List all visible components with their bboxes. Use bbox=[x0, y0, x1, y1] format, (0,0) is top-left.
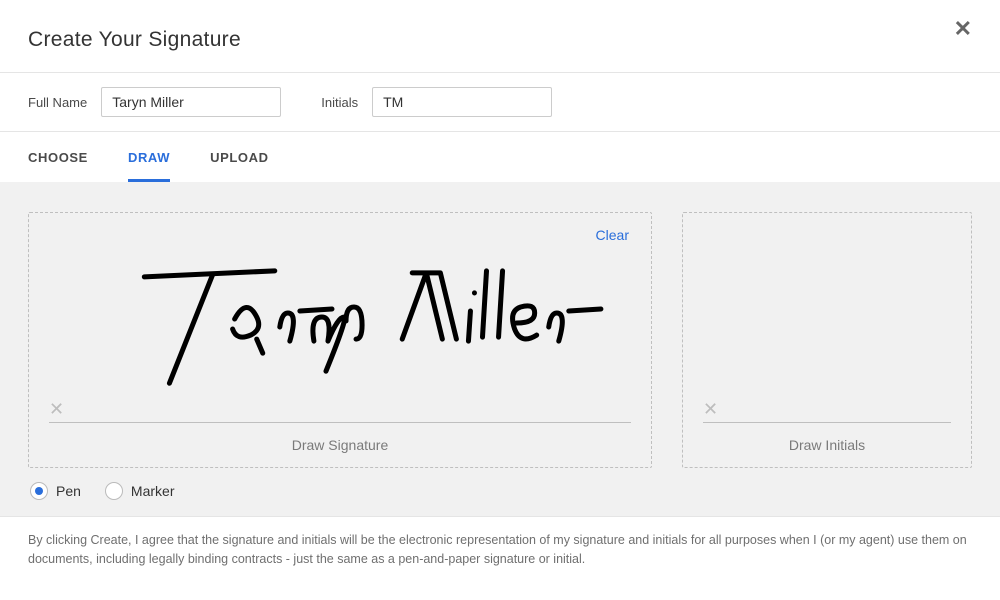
modal-title: Create Your Signature bbox=[28, 28, 241, 52]
initials-label: Initials bbox=[321, 95, 358, 110]
tab-draw[interactable]: DRAW bbox=[128, 132, 170, 182]
initials-clear-x-icon[interactable]: ✕ bbox=[703, 399, 718, 420]
signature-clear-x-icon[interactable]: ✕ bbox=[49, 399, 64, 420]
full-name-label: Full Name bbox=[28, 95, 87, 110]
pen-label: Pen bbox=[56, 483, 81, 499]
pen-radio[interactable] bbox=[30, 482, 48, 500]
clear-signature-button[interactable]: Clear bbox=[596, 227, 629, 243]
disclaimer-text: By clicking Create, I agree that the sig… bbox=[28, 531, 972, 569]
tab-upload[interactable]: UPLOAD bbox=[210, 132, 269, 182]
initials-canvas[interactable]: ✕ Draw Initials bbox=[682, 212, 972, 468]
signature-caption: Draw Signature bbox=[49, 437, 631, 453]
marker-label: Marker bbox=[131, 483, 175, 499]
initials-caption: Draw Initials bbox=[703, 437, 951, 453]
tab-choose[interactable]: CHOOSE bbox=[28, 132, 88, 182]
marker-radio[interactable] bbox=[105, 482, 123, 500]
drawn-signature bbox=[49, 227, 631, 399]
close-icon[interactable]: ✕ bbox=[954, 18, 972, 40]
signature-canvas[interactable]: Clear ✕ bbox=[28, 212, 652, 468]
initials-input[interactable] bbox=[372, 87, 552, 117]
full-name-input[interactable] bbox=[101, 87, 281, 117]
